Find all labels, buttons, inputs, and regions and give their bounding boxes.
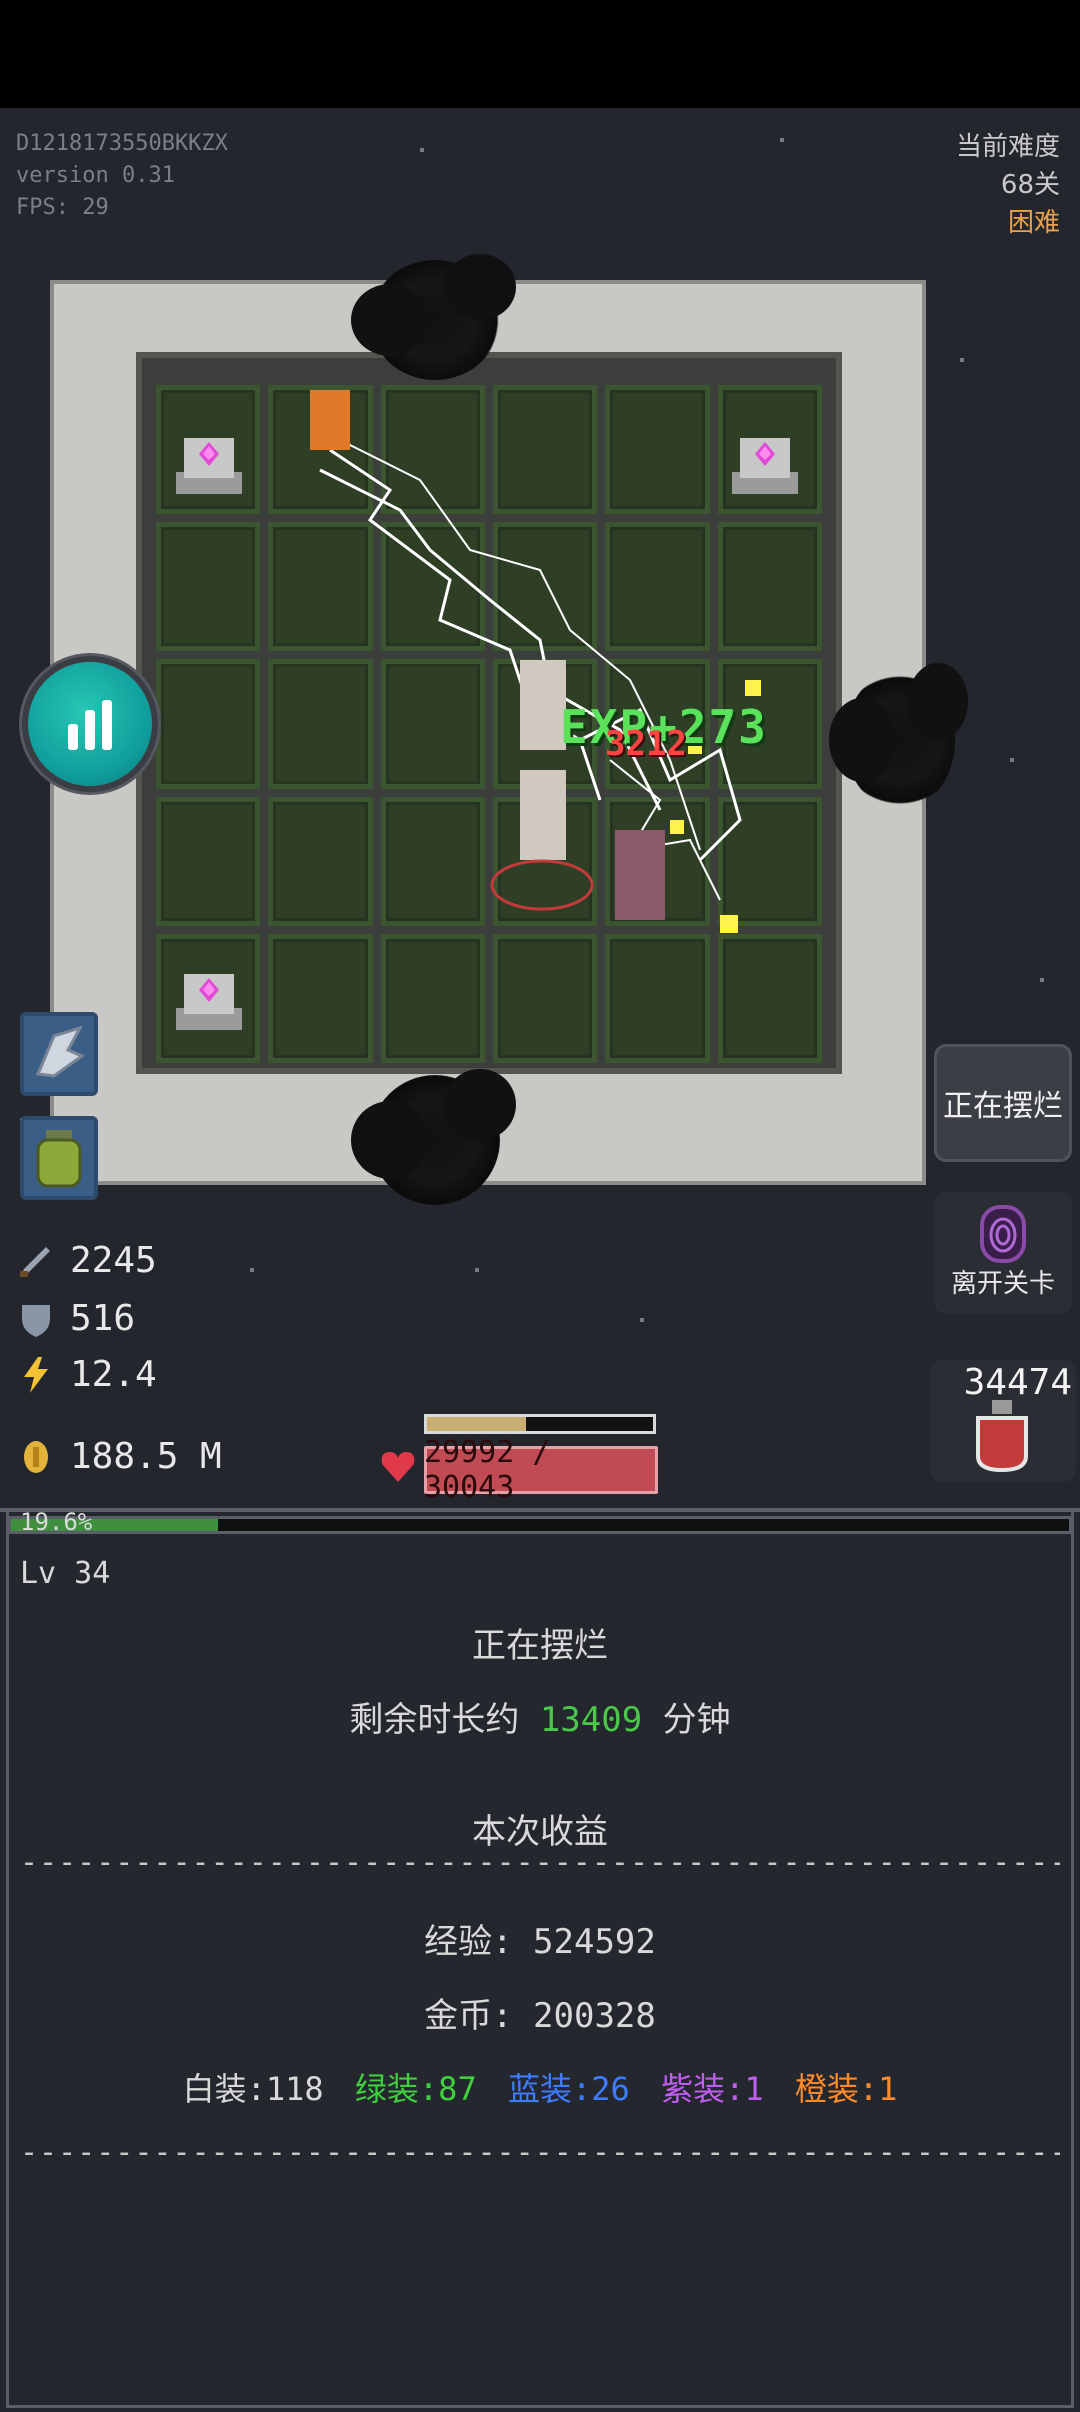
level-progress-percent: 19.6% — [20, 1508, 93, 1536]
quick-slot-jar[interactable] — [20, 1116, 98, 1200]
remaining-prefix: 剩余时长约 — [349, 1700, 520, 1740]
bar-chart-icon — [68, 700, 112, 750]
gear-green: 绿装:87 — [354, 2070, 477, 2108]
smoke-cloud-icon — [350, 254, 516, 380]
fps-text: FPS: 29 — [16, 195, 109, 220]
debug-info: D1218173550BKKZX version 0.31 FPS: 29 — [16, 128, 228, 224]
gem-pedestal-icon — [176, 974, 242, 1030]
attack-value: 2245 — [70, 1240, 157, 1281]
leave-stage-label: 离开关卡 — [950, 1269, 1055, 1299]
difficulty-label: 当前难度 — [955, 132, 1060, 162]
difficulty-level: 困难 — [1007, 208, 1060, 238]
defense-value: 516 — [70, 1298, 136, 1339]
level-progress-bar — [8, 1516, 1072, 1534]
smoke-cloud-icon — [350, 1068, 516, 1205]
gear-blue: 蓝装:26 — [507, 2070, 630, 2108]
exp-earnings: 经验: 524592 — [424, 1922, 656, 1962]
smoke-cloud-icon — [828, 663, 969, 810]
divider-top: ----------------------------------------… — [20, 1845, 1060, 1880]
stats-button[interactable] — [28, 662, 152, 786]
gear-white: 白装:118 — [182, 2070, 324, 2108]
remaining-suffix: 分钟 — [662, 1700, 731, 1740]
idle-button[interactable]: 正在摆烂 — [934, 1044, 1072, 1162]
gem-pedestal-icon — [176, 438, 242, 494]
gold-stat: 188.5 M — [16, 1436, 222, 1477]
damage-text: 3212 — [605, 724, 687, 764]
heart-icon — [381, 1452, 415, 1482]
sword-icon — [20, 1246, 50, 1277]
gear-purple: 紫装:1 — [661, 2070, 764, 2108]
lightning-effect-icon — [310, 390, 761, 933]
player-hp-text: 29992 / 30043 — [424, 1435, 551, 1505]
remaining-time-line: 剩余时长约 13409 分钟 — [0, 1692, 1080, 1741]
speed-value: 12.4 — [70, 1354, 157, 1395]
status-bar — [0, 0, 1080, 108]
gear-orange: 橙装:1 — [794, 2070, 898, 2108]
shield-icon — [22, 1304, 50, 1337]
stage-number: 68关 — [1000, 170, 1060, 200]
quick-slot-wing[interactable] — [20, 1012, 98, 1096]
leave-stage-button[interactable]: 离开关卡 — [934, 1192, 1072, 1314]
portal-icon — [980, 1205, 1026, 1263]
coin-icon — [24, 1440, 48, 1473]
remaining-minutes: 13409 — [539, 1700, 643, 1740]
gold-earnings: 金币: 200328 — [424, 1996, 656, 2036]
attack-stat: 2245 — [16, 1240, 157, 1281]
idle-status-title: 正在摆烂 — [472, 1626, 608, 1666]
gear-earnings: 白装:118 绿装:87 蓝装:26 紫装:1 橙装:1 — [0, 2064, 1080, 2110]
defense-stat: 516 — [16, 1298, 135, 1339]
player-level: Lv 34 — [20, 1556, 111, 1591]
wing-icon — [35, 1025, 86, 1078]
player-xp-bar — [424, 1414, 656, 1434]
potion-count: 34474 — [963, 1362, 1072, 1403]
jar-icon — [36, 1130, 82, 1188]
device-id: D1218173550BKKZX — [16, 131, 228, 156]
version-text: version 0.31 — [16, 163, 175, 188]
difficulty-info: 当前难度 68关 困难 — [956, 128, 1060, 242]
divider-bottom: ----------------------------------------… — [20, 2135, 1060, 2170]
speed-stat: 12.4 — [16, 1354, 157, 1395]
gold-value: 188.5 M — [70, 1436, 222, 1477]
lightning-icon — [24, 1356, 48, 1393]
player-xp-fill — [427, 1417, 527, 1431]
